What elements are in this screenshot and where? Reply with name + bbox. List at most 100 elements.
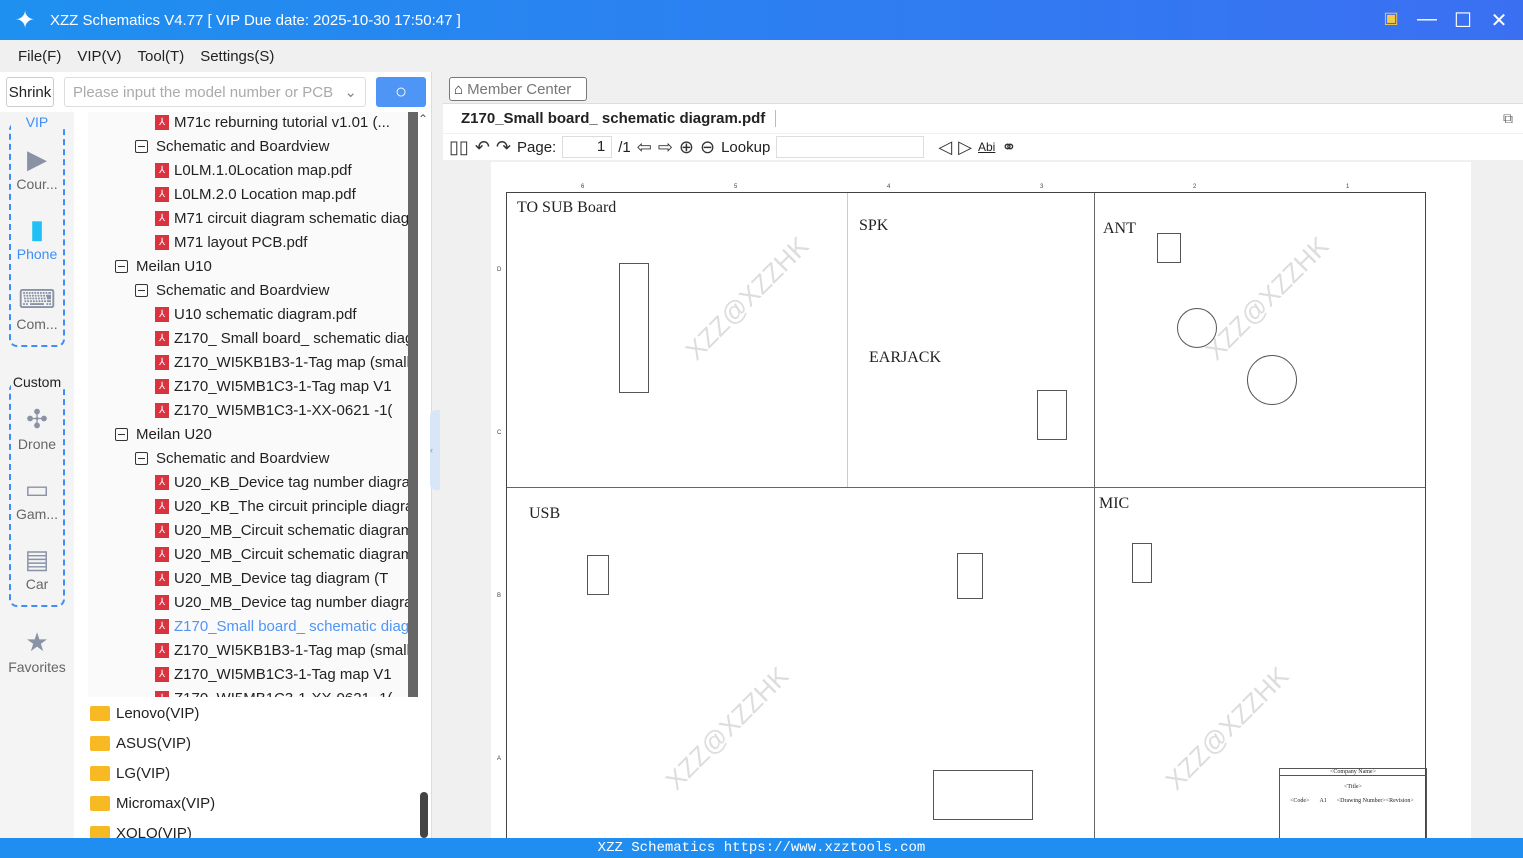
tree-file[interactable]: ⅄U20_KB_The circuit principle diagram — [155, 494, 408, 518]
pdf-toolbar: ▯▯ ↶ ↷ Page: 1 /1 ⇦ ⇨ ⊕ ⊖ Lookup ◁ ▷ Abi… — [443, 134, 1523, 160]
tree-label: Z170_WI5KB1B3-1-Tag map (small — [174, 354, 408, 371]
tree-label: U20_MB_Circuit schematic diagram — [174, 522, 408, 539]
rail-drone[interactable]: ✣Drone — [0, 404, 74, 452]
ic-symbol — [1157, 233, 1181, 263]
member-center-button[interactable]: ⌂Member Center — [449, 77, 587, 101]
watermark: XZZ@XZZHK — [660, 661, 796, 797]
tree-file[interactable]: ⅄Z170_Small board_ schematic diagram — [155, 614, 408, 638]
tree-file[interactable]: ⅄Z170_WI5KB1B3-1-Tag map (small — [155, 350, 408, 374]
menu-bar: File(F) VIP(V) Tool(T) Settings(S) — [0, 40, 1523, 72]
rail-games[interactable]: ▭Gam... — [0, 474, 74, 522]
column-label: 4 — [887, 184, 890, 190]
collapse-icon[interactable] — [115, 428, 128, 441]
tree-group[interactable]: Meilan U20 — [115, 422, 212, 446]
pdf-viewer[interactable]: TO SUB Board SPK ANT EARJACK USB MIC <Co… — [443, 160, 1523, 838]
vip-icon[interactable]: ▣ — [1381, 8, 1401, 33]
tree-label: M71 circuit diagram schematic diagram — [174, 210, 408, 227]
tree-file[interactable]: ⅄U20_MB_Device tag number diagram — [155, 590, 408, 614]
panel-scrollbar[interactable] — [420, 792, 428, 838]
tree-file[interactable]: ⅄Z170_WI5MB1C3-1-XX-0621 -1( — [155, 686, 392, 697]
rail-computer[interactable]: ⌨Com... — [0, 284, 74, 332]
two-page-icon[interactable]: ▯▯ — [449, 137, 469, 158]
tree-group[interactable]: Schematic and Boardview — [135, 278, 329, 302]
tree-file[interactable]: ⅄M71 circuit diagram schematic diagram — [155, 206, 408, 230]
tab-document[interactable]: Z170_Small board_ schematic diagram.pdf — [461, 110, 776, 127]
car-icon: ▤ — [0, 544, 74, 576]
tree-file[interactable]: ⅄Z170_WI5KB1B3-1-Tag map (small — [155, 638, 408, 662]
tree-label: U10 schematic diagram.pdf — [174, 306, 357, 323]
tree-file[interactable]: ⅄Z170_WI5MB1C3-1-Tag map V1 — [155, 662, 392, 686]
folder-item[interactable]: LG(VIP) — [90, 758, 170, 788]
find-next-icon[interactable]: ▷ — [958, 137, 972, 158]
collapse-icon[interactable] — [135, 452, 148, 465]
tree-scrollbar[interactable] — [408, 112, 418, 697]
tree-file[interactable]: ⅄ U10 schematic diagram.pdf — [155, 302, 357, 326]
binoculars-icon[interactable]: ⚭ — [1001, 137, 1016, 158]
app-logo-icon: ✦ — [0, 6, 50, 35]
rail-favorites[interactable]: ★Favorites — [0, 627, 74, 675]
minimize-button[interactable]: — — [1417, 8, 1437, 33]
pdf-file-icon: ⅄ — [155, 499, 169, 514]
prev-page-icon[interactable]: ⇦ — [637, 137, 652, 158]
folder-item[interactable]: Micromax(VIP) — [90, 788, 215, 818]
tree-group[interactable]: Schematic and Boardview — [135, 134, 329, 158]
collapse-icon[interactable] — [135, 284, 148, 297]
tree-label: Z170_WI5KB1B3-1-Tag map (small — [174, 642, 408, 659]
menu-settings[interactable]: Settings(S) — [200, 48, 274, 65]
shrink-button[interactable]: Shrink — [6, 77, 54, 107]
tree-file[interactable]: ⅄Z170_WI5MB1C3-1-Tag map V1 — [155, 374, 392, 398]
tree-file[interactable]: ⅄U20_KB_Device tag number diagram — [155, 470, 408, 494]
folder-icon — [90, 736, 110, 751]
search-button[interactable]: ○ — [376, 77, 426, 107]
zoom-out-icon[interactable]: ⊖ — [700, 137, 715, 158]
column-label: 6 — [581, 184, 584, 190]
folder-item[interactable]: ASUS(VIP) — [90, 728, 191, 758]
code: <Code> — [1290, 798, 1309, 804]
tree-file[interactable]: ⅄U20_MB_Device tag diagram (T — [155, 566, 388, 590]
rail-label: Car — [26, 576, 49, 592]
column-label: 5 — [734, 184, 737, 190]
tree-group[interactable]: Schematic and Boardview — [135, 446, 329, 470]
close-tab-icon[interactable]: ⧉ — [1503, 110, 1513, 127]
folder-item[interactable]: Lenovo(VIP) — [90, 698, 199, 728]
menu-file[interactable]: File(F) — [18, 48, 61, 65]
tree-file[interactable]: ⅄Z170_ Small board_ schematic diagram — [155, 326, 408, 350]
collapse-icon[interactable] — [135, 140, 148, 153]
menu-vip[interactable]: VIP(V) — [77, 48, 121, 65]
rail-phone[interactable]: ▮Phone — [0, 214, 74, 262]
tree-file[interactable]: ⅄M71 layout PCB.pdf — [155, 230, 307, 254]
rail-car[interactable]: ▤Car — [0, 544, 74, 592]
lookup-input[interactable] — [776, 136, 924, 158]
tree-group[interactable]: Meilan U10 — [115, 254, 212, 278]
page-input[interactable]: 1 — [562, 136, 612, 158]
tree-file[interactable]: ⅄U20_MB_Circuit schematic diagram — [155, 518, 408, 542]
find-prev-icon[interactable]: ◁ — [938, 137, 952, 158]
menu-tool[interactable]: Tool(T) — [138, 48, 185, 65]
close-button[interactable]: ✕ — [1489, 8, 1509, 33]
zoom-in-icon[interactable]: ⊕ — [679, 137, 694, 158]
play-icon: ▶ — [0, 144, 74, 176]
folder-label: ASUS(VIP) — [116, 735, 191, 752]
rotate-right-icon[interactable]: ↷ — [496, 137, 511, 158]
pdf-file-icon: ⅄ — [155, 307, 169, 322]
star-icon: ★ — [0, 627, 74, 659]
scroll-up-icon[interactable]: ⌃ — [418, 112, 428, 126]
tree-file[interactable]: ⅄Z170_WI5MB1C3-1-XX-0621 -1( — [155, 398, 392, 422]
tree-file[interactable]: ⅄L0LM.1.0Location map.pdf — [155, 158, 352, 182]
pdf-file-icon: ⅄ — [155, 403, 169, 418]
tree-file[interactable]: ⅄U20_MB_Circuit schematic diagram — [155, 542, 408, 566]
tree-file[interactable]: ⅄M71c reburning tutorial v1.01 (... — [155, 112, 390, 134]
rotate-left-icon[interactable]: ↶ — [475, 137, 490, 158]
chevron-down-icon[interactable]: ⌄ — [344, 83, 357, 101]
match-case-icon[interactable]: Abi — [978, 140, 995, 154]
watermark: XZZ@XZZHK — [1200, 231, 1336, 367]
collapse-panel-handle[interactable]: ‹ — [430, 410, 440, 490]
tree-label: U20_MB_Device tag diagram (T — [174, 570, 388, 587]
next-page-icon[interactable]: ⇨ — [658, 137, 673, 158]
rail-courses[interactable]: ▶Cour... — [0, 144, 74, 192]
usb-symbol — [587, 555, 609, 595]
collapse-icon[interactable] — [115, 260, 128, 273]
maximize-button[interactable]: ☐ — [1453, 8, 1473, 33]
search-input[interactable]: Please input the model number or PCB⌄ — [64, 77, 366, 107]
tree-file[interactable]: ⅄L0LM.2.0 Location map.pdf — [155, 182, 356, 206]
